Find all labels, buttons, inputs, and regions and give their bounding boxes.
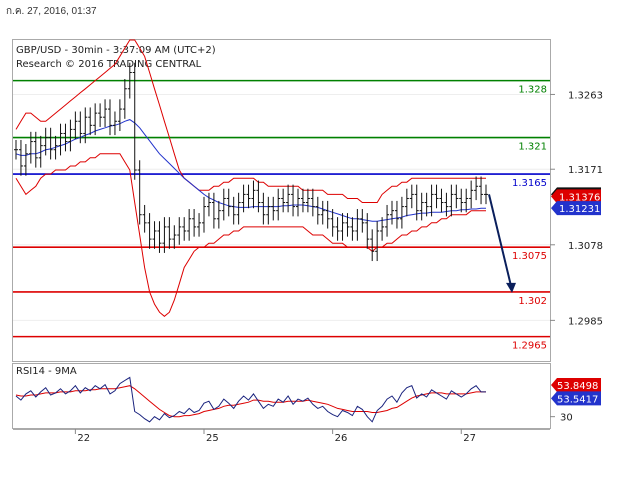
rsi-tag: 53.8498 (551, 378, 601, 393)
date-stamp: ก.ค. 27, 2016, 01:37 (6, 6, 97, 17)
rsi-tag-label: 53.8498 (557, 381, 598, 392)
rsi-tag-label: 53.5417 (557, 394, 598, 405)
price-tag-label: 1.31231 (559, 204, 600, 215)
price-tick-label: 1.3078 (568, 241, 603, 252)
price-tags: 1.3141.313761.31231 (551, 187, 601, 216)
rsi-label: RSI14 - 9MA (16, 366, 77, 377)
time-axis: 22 25 26 27 (13, 429, 550, 444)
level-label: 1.3075 (512, 251, 547, 262)
rsi-axis: 30 53.8498 53.5417 (550, 378, 601, 424)
price-tick-label: 1.3171 (568, 165, 603, 176)
level-label: 1.3165 (512, 178, 547, 189)
level-label: 1.328 (518, 85, 547, 96)
time-tick-label: 22 (77, 433, 90, 444)
level-label: 1.321 (518, 142, 547, 153)
chart-svg: GBP/USD - 30min - 3:37:09 AM (UTC+2) Res… (12, 39, 603, 444)
chart-title: GBP/USD - 30min - 3:37:09 AM (UTC+2) (16, 45, 216, 56)
price-tick-label: 1.2985 (568, 316, 603, 327)
level-label: 1.302 (518, 296, 547, 307)
chart-frame: GBP/USD - 30min - 3:37:09 AM (UTC+2) Res… (12, 39, 615, 444)
rsi-tick-label: 30 (560, 413, 573, 424)
rsi-pane (12, 363, 551, 429)
time-tick-label: 27 (463, 433, 476, 444)
time-tick-label: 26 (335, 433, 348, 444)
price-tag: 1.31231 (551, 201, 601, 216)
price-tick-label: 1.3263 (568, 90, 603, 101)
chart-subtitle: Research © 2016 TRADING CENTRAL (16, 59, 202, 70)
price-pane (12, 39, 551, 362)
rsi-tag: 53.5417 (551, 391, 601, 406)
level-label: 1.2965 (512, 341, 547, 352)
time-tick-label: 25 (206, 433, 219, 444)
